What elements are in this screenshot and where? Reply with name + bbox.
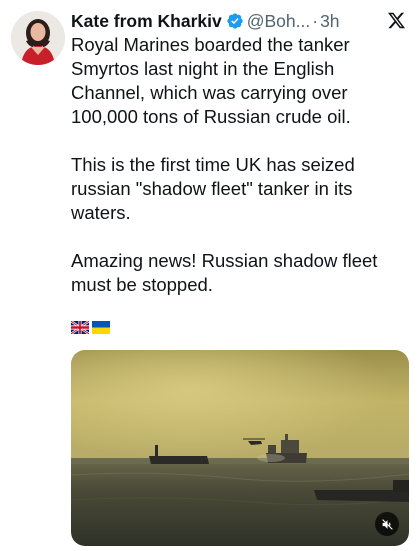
flag-emojis xyxy=(70,319,110,337)
author-name[interactable]: Kate from Kharkiv xyxy=(71,9,222,33)
video-frame xyxy=(71,350,409,546)
tweet-paragraph-1: Royal Marines boarded the tanker Smyrtos… xyxy=(71,34,351,127)
tweet-timestamp[interactable]: 3h xyxy=(320,9,339,33)
tweet-paragraph-3: Amazing news! Russian shadow fleet must … xyxy=(71,250,378,295)
separator-dot: · xyxy=(312,11,319,31)
avatar-image xyxy=(11,11,65,65)
author-avatar[interactable] xyxy=(11,11,65,65)
x-logo-icon[interactable] xyxy=(385,9,407,31)
tweet-paragraph-2: This is the first time UK has seized rus… xyxy=(71,154,355,223)
ukraine-flag xyxy=(92,321,110,334)
tweet-header: Kate from Kharkiv @Boh... · 3h xyxy=(71,9,371,33)
author-handle[interactable]: @Boh... xyxy=(247,9,311,33)
speaker-muted-icon[interactable] xyxy=(375,512,399,536)
video-media[interactable] xyxy=(71,350,409,546)
tweet-text: Royal Marines boarded the tanker Smyrtos… xyxy=(71,33,411,297)
united-kingdom-flag xyxy=(70,319,90,336)
verified-badge-icon xyxy=(226,12,244,30)
